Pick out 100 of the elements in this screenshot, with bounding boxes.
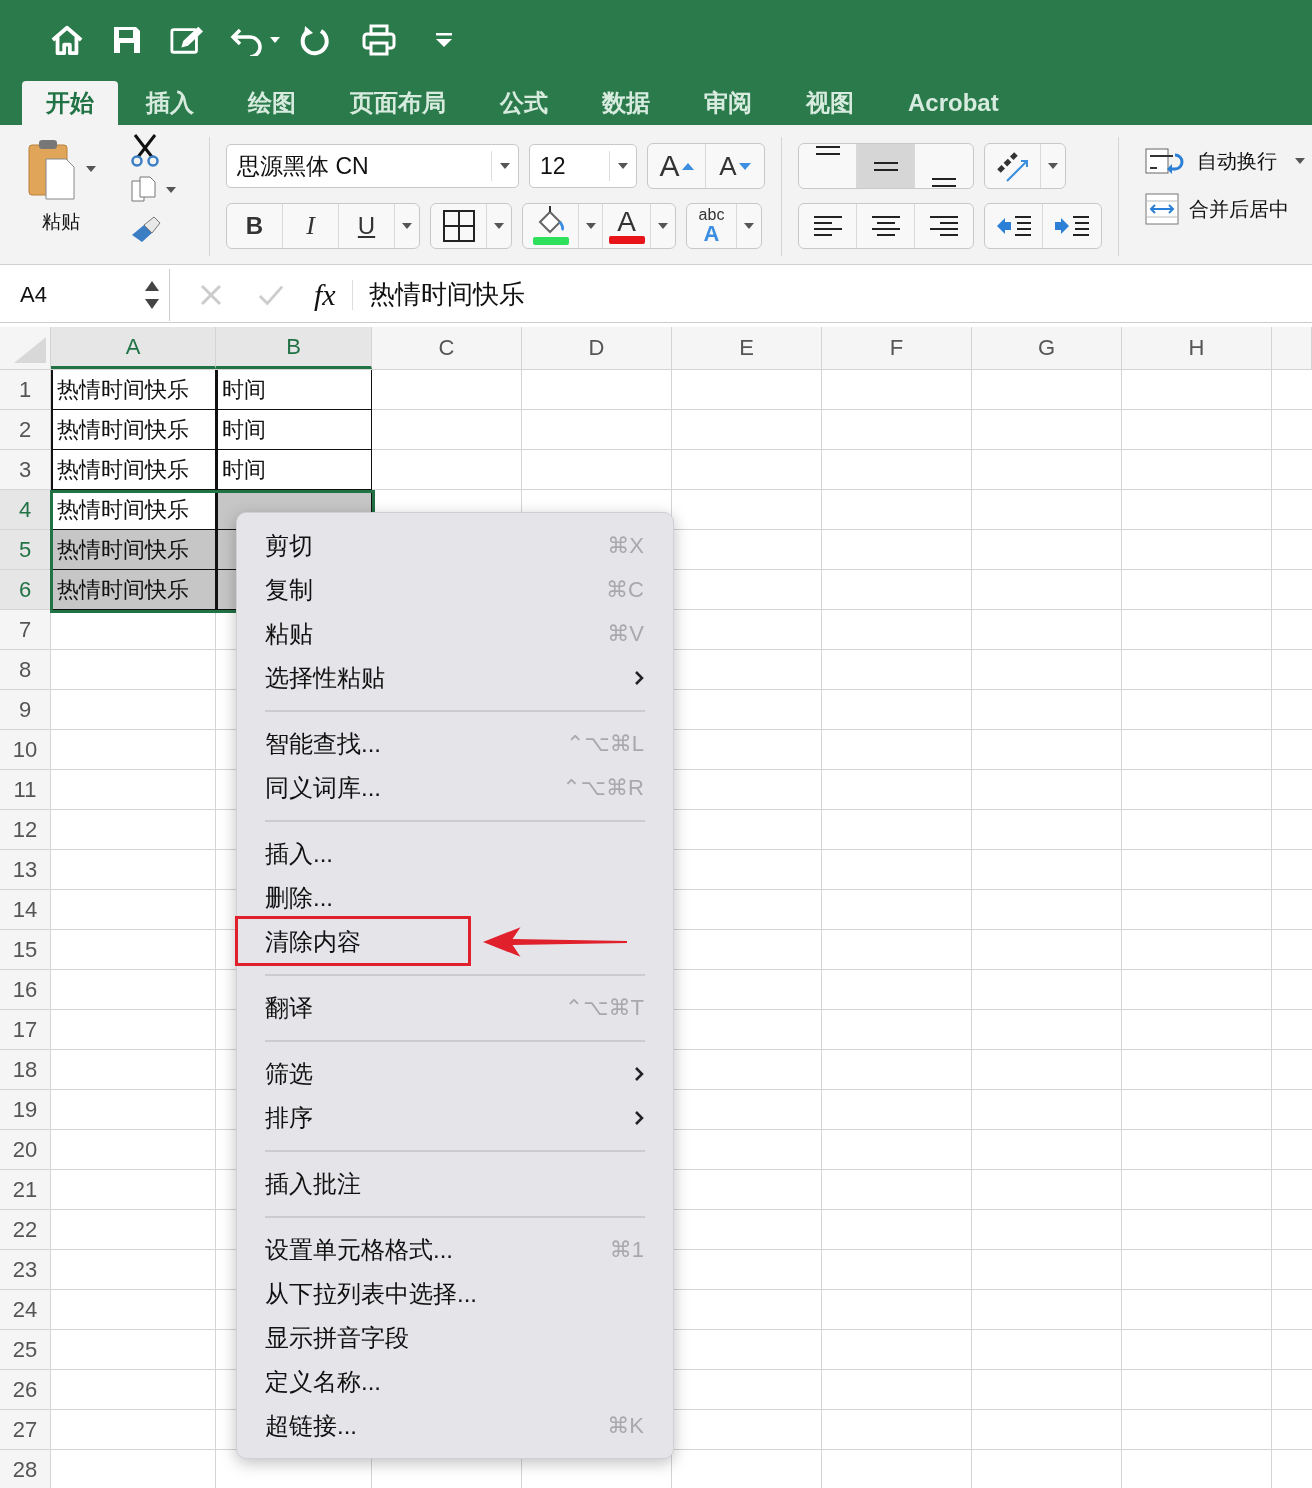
font-color-button[interactable]: A xyxy=(603,204,651,248)
align-icon xyxy=(931,177,957,187)
row-header[interactable]: 16 xyxy=(0,970,51,1010)
row-header[interactable]: 28 xyxy=(0,1450,51,1488)
shrink-font-button[interactable]: A xyxy=(706,144,764,188)
column-header[interactable]: C xyxy=(372,327,522,369)
ribbon-tab[interactable]: 绘图 xyxy=(222,81,322,125)
ribbon-tab[interactable]: 数据 xyxy=(576,81,676,125)
italic-button[interactable]: I xyxy=(283,204,339,248)
row-header[interactable]: 5 xyxy=(0,530,51,570)
ribbon-tab[interactable]: 审阅 xyxy=(678,81,778,125)
table-cell: 热情时间快乐 xyxy=(51,530,216,570)
ribbon-tab[interactable]: 公式 xyxy=(474,81,574,125)
row-header[interactable]: 23 xyxy=(0,1250,51,1290)
row-header[interactable]: 15 xyxy=(0,930,51,970)
font-size-field[interactable]: 12 xyxy=(529,144,637,188)
paste-label[interactable]: 粘贴 xyxy=(42,209,80,235)
grow-font-button[interactable]: A xyxy=(648,144,706,188)
row-header[interactable]: 24 xyxy=(0,1290,51,1330)
underline-button[interactable]: U xyxy=(339,204,395,248)
menu-item[interactable]: 设置单元格格式... ⌘1 xyxy=(237,1228,673,1272)
row-header[interactable]: 12 xyxy=(0,810,51,850)
stepper-icon[interactable] xyxy=(145,279,159,310)
phonetic-button[interactable]: abc A xyxy=(687,204,737,248)
row-header[interactable]: 13 xyxy=(0,850,51,890)
row-header[interactable]: 20 xyxy=(0,1130,51,1170)
caret-icon[interactable] xyxy=(166,187,176,193)
print-icon[interactable] xyxy=(362,24,396,56)
caret-icon[interactable] xyxy=(618,163,628,169)
row-header[interactable]: 11 xyxy=(0,770,51,810)
menu-item[interactable]: 排序 xyxy=(237,1096,673,1140)
menu-item[interactable]: 删除... xyxy=(237,876,673,920)
column-header[interactable]: E xyxy=(672,327,822,369)
menu-item[interactable]: 插入... xyxy=(237,832,673,876)
row-header[interactable]: 3 xyxy=(0,450,51,490)
bold-button[interactable]: B xyxy=(227,204,283,248)
menu-item[interactable]: 粘贴 ⌘V xyxy=(237,612,673,656)
ribbon-tab[interactable]: 开始 xyxy=(22,81,118,125)
row-header[interactable]: 21 xyxy=(0,1170,51,1210)
row-header[interactable]: 14 xyxy=(0,890,51,930)
row-header[interactable]: 17 xyxy=(0,1010,51,1050)
menu-item[interactable]: 插入批注 xyxy=(237,1162,673,1206)
menu-item[interactable]: 清除内容 xyxy=(237,920,673,964)
formula-field[interactable]: 热情时间快乐 xyxy=(368,277,525,312)
row-header[interactable]: 4 xyxy=(0,490,51,530)
wrap-text-button[interactable]: 自动换行 xyxy=(1197,147,1277,175)
menu-item[interactable]: 定义名称... xyxy=(237,1360,673,1404)
paste-icon[interactable] xyxy=(26,137,78,201)
row-header[interactable]: 19 xyxy=(0,1090,51,1130)
menu-item[interactable]: 剪切 ⌘X xyxy=(237,524,673,568)
caret-icon[interactable] xyxy=(270,37,280,43)
redo-icon[interactable] xyxy=(298,24,332,56)
home-icon[interactable] xyxy=(50,24,84,56)
menu-item[interactable]: 同义词库... ⌃⌥⌘R xyxy=(237,766,673,810)
row-header[interactable]: 18 xyxy=(0,1050,51,1090)
row-header[interactable]: 27 xyxy=(0,1410,51,1450)
row-header[interactable]: 26 xyxy=(0,1370,51,1410)
merge-center-icon[interactable] xyxy=(1145,193,1179,225)
vertical-align-button[interactable] xyxy=(857,144,915,188)
menu-item[interactable]: 超链接... ⌘K xyxy=(237,1404,673,1448)
menu-item[interactable]: 从下拉列表中选择... xyxy=(237,1272,673,1316)
row-header[interactable]: 22 xyxy=(0,1210,51,1250)
row-header[interactable]: 1 xyxy=(0,370,51,410)
merge-center-button[interactable]: 合并后居中 xyxy=(1189,195,1289,223)
caret-icon[interactable] xyxy=(86,166,96,172)
caret-icon[interactable] xyxy=(500,163,510,169)
cut-icon[interactable] xyxy=(130,133,160,167)
ribbon-tab[interactable]: Acrobat xyxy=(882,81,1025,125)
customize-icon[interactable] xyxy=(436,33,452,47)
table-cell: 时间 xyxy=(216,450,372,490)
column-header[interactable]: A xyxy=(51,327,216,369)
menu-item[interactable]: 翻译 ⌃⌥⌘T xyxy=(237,986,673,1030)
menu-item[interactable]: 智能查找... ⌃⌥⌘L xyxy=(237,722,673,766)
column-header[interactable]: B xyxy=(216,327,372,369)
menu-item[interactable]: 筛选 xyxy=(237,1052,673,1096)
column-header[interactable]: G xyxy=(972,327,1122,369)
ribbon-tab[interactable]: 视图 xyxy=(780,81,880,125)
chevron-icon xyxy=(634,670,644,686)
row-header[interactable]: 2 xyxy=(0,410,51,450)
menu-item[interactable]: 选择性粘贴 xyxy=(237,656,673,700)
row-header[interactable]: 6 xyxy=(0,570,51,610)
row-header[interactable]: 10 xyxy=(0,730,51,770)
row-header[interactable]: 7 xyxy=(0,610,51,650)
menu-item[interactable]: 显示拼音字段 xyxy=(237,1316,673,1360)
row-header[interactable]: 25 xyxy=(0,1330,51,1370)
column-header[interactable]: H xyxy=(1122,327,1272,369)
row-header[interactable]: 8 xyxy=(0,650,51,690)
ribbon-tab[interactable]: 页面布局 xyxy=(324,81,472,125)
font-name-field[interactable]: 思源黑体 CN xyxy=(226,144,519,188)
menu-item[interactable]: 复制 ⌘C xyxy=(237,568,673,612)
edit-icon[interactable] xyxy=(170,24,204,56)
function-button[interactable]: fx xyxy=(314,277,336,312)
row-header[interactable]: 9 xyxy=(0,690,51,730)
caret-icon[interactable] xyxy=(1295,158,1305,164)
arrow-icon xyxy=(483,925,627,959)
caret-icon xyxy=(402,223,412,229)
ribbon-tab[interactable]: 插入 xyxy=(120,81,220,125)
column-header[interactable]: F xyxy=(822,327,972,369)
column-header[interactable]: D xyxy=(522,327,672,369)
name-box[interactable]: A4 xyxy=(0,268,170,321)
